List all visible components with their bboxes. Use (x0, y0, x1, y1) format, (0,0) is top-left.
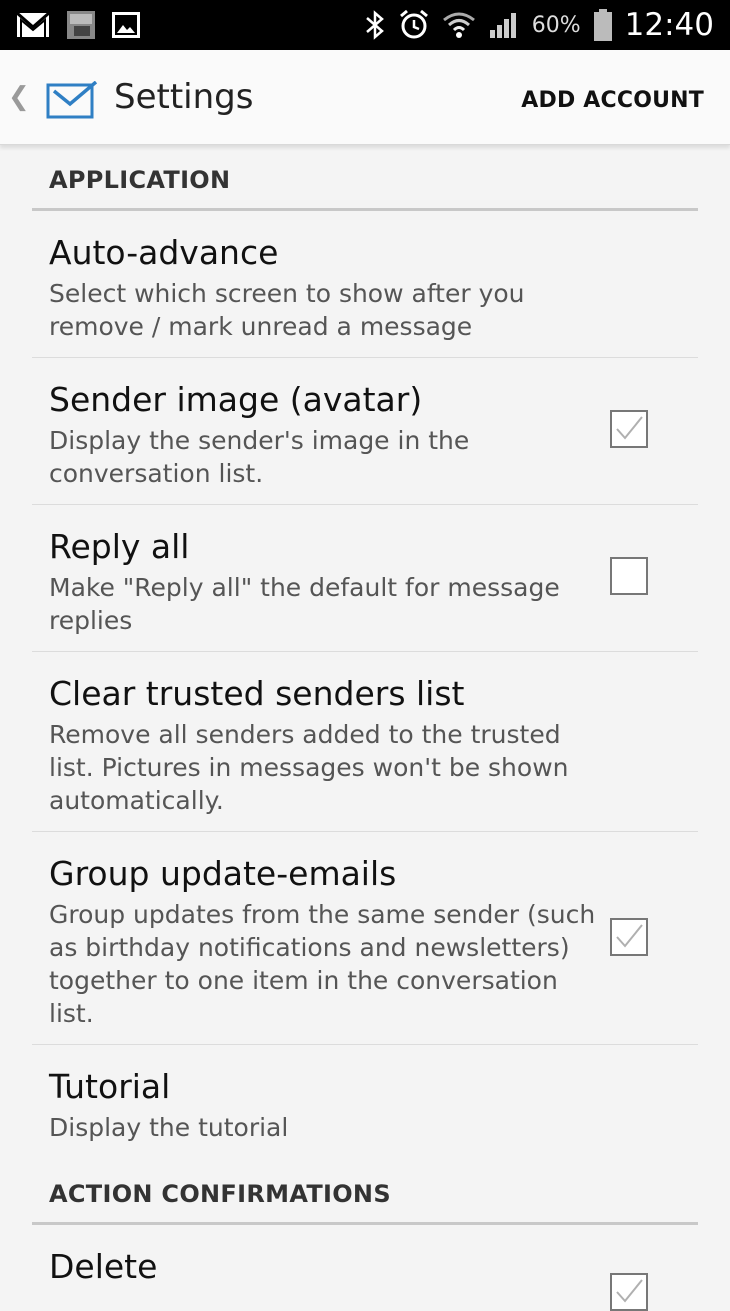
pref-title: Reply all (49, 527, 190, 566)
bluetooth-icon (364, 9, 386, 41)
mail-envelope-icon[interactable] (46, 80, 98, 123)
pref-title: Delete (49, 1247, 158, 1286)
pref-auto-advance[interactable]: Auto-advance Select which screen to show… (32, 211, 698, 358)
gallery-icon (112, 12, 140, 38)
pref-clear-trusted-senders[interactable]: Clear trusted senders list Remove all se… (32, 652, 698, 832)
pref-reply-all[interactable]: Reply all Make "Reply all" the default f… (32, 505, 698, 652)
pref-group-update-emails[interactable]: Group update-emails Group updates from t… (32, 832, 698, 1045)
pref-summary: Select which screen to show after you re… (49, 279, 525, 341)
section-header-label: ACTION CONFIRMATIONS (49, 1180, 391, 1208)
action-bar: ❮ Settings ADD ACCOUNT (0, 50, 730, 145)
section-header-action-confirmations: ACTION CONFIRMATIONS (32, 1158, 698, 1225)
section-header-label: APPLICATION (49, 166, 231, 194)
pref-title: Auto-advance (49, 233, 279, 272)
back-caret-icon[interactable]: ❮ (8, 82, 30, 112)
pref-summary: Display the sender's image in the conver… (49, 426, 470, 488)
clock: 12:40 (624, 7, 714, 43)
pref-title: Group update-emails (49, 854, 397, 893)
pref-summary: Make "Reply all" the default for message… (49, 573, 560, 635)
pref-summary: Display the tutorial (49, 1113, 289, 1142)
pref-title: Tutorial (49, 1067, 171, 1106)
battery-icon (593, 8, 613, 42)
checkmark-icon (616, 1279, 643, 1303)
pref-summary: Remove all senders added to the trusted … (49, 720, 569, 815)
battery-percent: 60% (531, 12, 581, 38)
reply-all-checkbox[interactable] (610, 557, 648, 595)
alarm-icon (398, 9, 430, 41)
pref-summary: Group updates from the same sender (such… (49, 900, 596, 1028)
group-update-emails-checkbox[interactable] (610, 918, 648, 956)
pref-title: Sender image (avatar) (49, 380, 423, 419)
pref-sender-image[interactable]: Sender image (avatar) Display the sender… (32, 358, 698, 505)
page-title: Settings (114, 77, 254, 117)
pref-title: Clear trusted senders list (49, 674, 465, 713)
wifi-icon (442, 10, 476, 40)
gmail-icon (16, 11, 50, 39)
checkmark-icon (616, 924, 643, 948)
sender-image-checkbox[interactable] (610, 410, 648, 448)
checkmark-icon (616, 416, 643, 440)
delete-checkbox[interactable] (610, 1273, 648, 1311)
signal-icon (488, 10, 520, 40)
section-header-application: APPLICATION (32, 144, 698, 211)
add-account-button[interactable]: ADD ACCOUNT (521, 88, 704, 113)
pref-tutorial[interactable]: Tutorial Display the tutorial (32, 1045, 698, 1158)
pref-delete[interactable]: Delete (32, 1225, 698, 1311)
status-bar: 60% 12:40 (0, 0, 730, 50)
settings-list: APPLICATION Auto-advance Select which sc… (32, 144, 698, 1311)
photo-notification-icon (66, 10, 96, 40)
